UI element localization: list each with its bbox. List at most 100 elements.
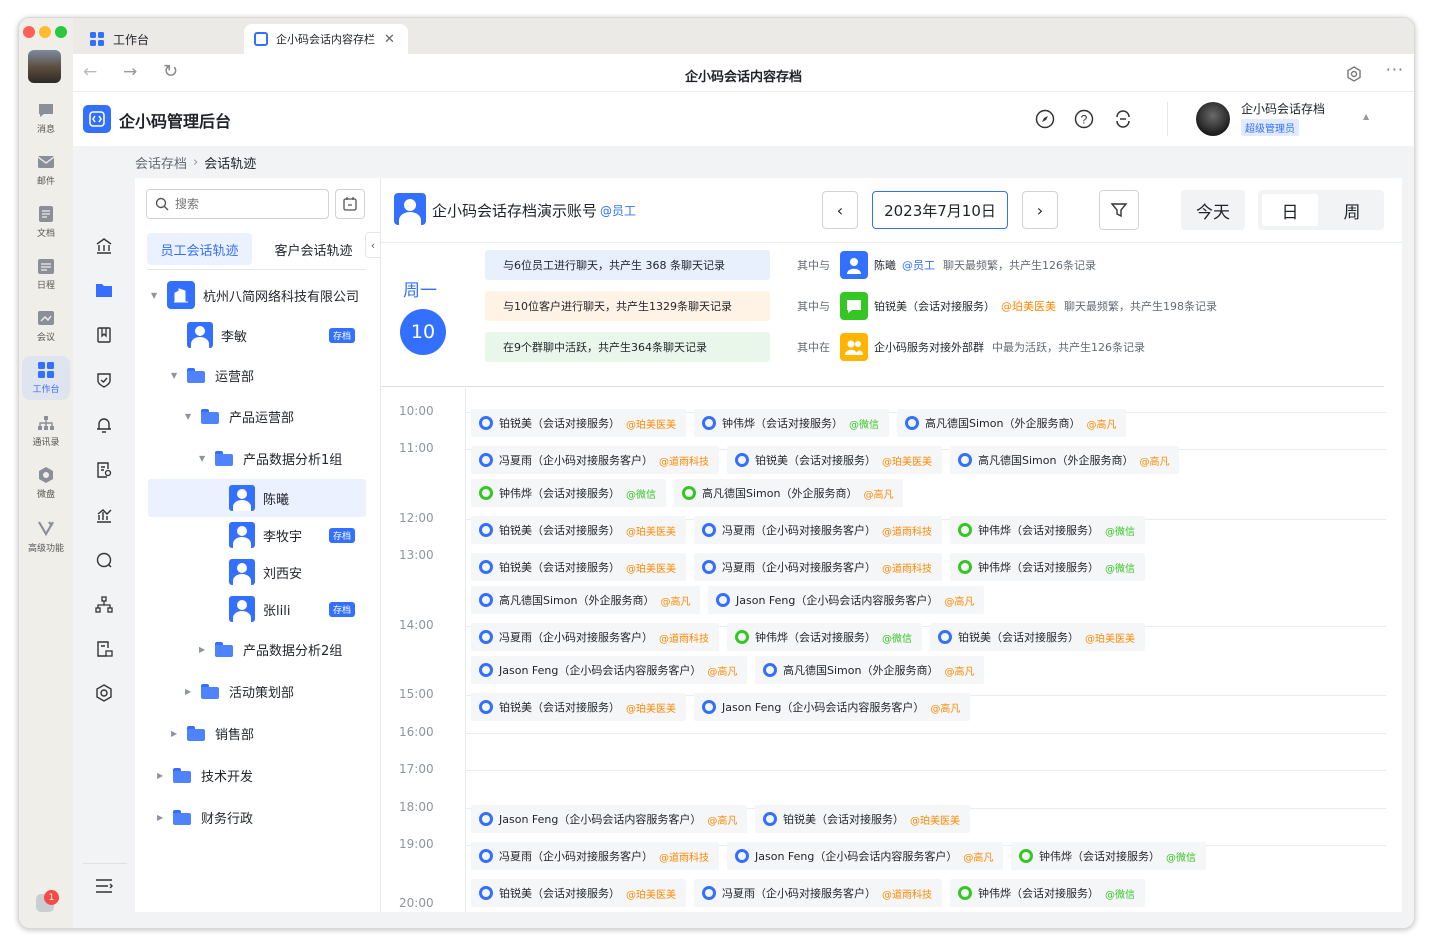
highlight-name[interactable]: 陈曦: [874, 257, 896, 273]
tree-node-person[interactable]: 张lili: [213, 592, 290, 626]
tree-node-folder[interactable]: ▶ 产品数据分析2组: [199, 632, 342, 666]
rail-item-chat-bubble[interactable]: 消息: [22, 96, 70, 140]
tab-employee-trace[interactable]: 员工会话轨迹: [147, 233, 252, 265]
tree-node-folder[interactable]: ▶ 技术开发: [157, 758, 253, 792]
calendar-filter-button[interactable]: [335, 189, 365, 219]
search-input[interactable]: [175, 197, 315, 211]
contact-chip[interactable]: 钟伟烨（会话对接服务） @微信: [471, 479, 666, 507]
rail-item-meeting[interactable]: 会议: [22, 304, 70, 348]
contact-chip[interactable]: 冯夏雨（企小码对接服务客户） @道雨科技: [471, 446, 719, 474]
menu-collapse-icon[interactable]: [94, 876, 114, 896]
compass-icon[interactable]: [1035, 109, 1055, 129]
tab-workbench[interactable]: 工作台: [79, 24, 239, 54]
close-icon[interactable]: ✕: [384, 32, 395, 47]
contact-chip[interactable]: 铂锐美（会话对接服务） @珀美医美: [471, 879, 686, 907]
tree-node-person[interactable]: 陈曦: [213, 481, 289, 515]
today-button[interactable]: 今天: [1181, 190, 1245, 230]
contact-chip[interactable]: 冯夏雨（企小码对接服务客户） @道雨科技: [694, 516, 942, 544]
caret-right-icon[interactable]: ▶: [171, 729, 181, 738]
contact-chip[interactable]: 钟伟烨（会话对接服务） @微信: [950, 553, 1145, 581]
contact-chip[interactable]: 高凡德国Simon（外企服务商） @高凡: [897, 409, 1127, 437]
settings-hex-icon[interactable]: [1346, 66, 1362, 82]
search-chat-icon[interactable]: [94, 550, 114, 570]
rail-item-calendar[interactable]: 日程: [22, 252, 70, 296]
caret-right-icon[interactable]: ▶: [185, 687, 195, 696]
tree-node-folder[interactable]: ▶ 销售部: [171, 716, 254, 750]
contact-chip[interactable]: 冯夏雨（企小码对接服务客户） @道雨科技: [694, 879, 942, 907]
org-icon[interactable]: [94, 595, 114, 615]
tree-node-person[interactable]: 李牧宇: [213, 518, 302, 552]
rail-item-advanced[interactable]: 高级功能: [22, 515, 70, 559]
more-icon[interactable]: ···: [1386, 60, 1404, 79]
doc-lock-icon[interactable]: [94, 639, 114, 659]
caret-down-icon[interactable]: ▼: [199, 454, 209, 463]
tab-customer-trace[interactable]: 客户会话轨迹: [261, 233, 366, 265]
tab-archive[interactable]: 企小码会话内容存栏 ✕: [244, 24, 408, 54]
rail-item-drive[interactable]: 微盘: [22, 461, 70, 505]
rail-item-mail[interactable]: 邮件: [22, 148, 70, 192]
minimize-window-button[interactable]: [39, 26, 51, 38]
rail-item-grid[interactable]: 工作台: [22, 356, 70, 400]
breadcrumb-root[interactable]: 会话存档: [135, 153, 187, 172]
user-avatar[interactable]: [1196, 102, 1230, 136]
bell-alert-icon[interactable]: [94, 415, 114, 435]
caret-right-icon[interactable]: ▶: [199, 645, 209, 654]
tree-node-folder[interactable]: ▶ 财务行政: [157, 800, 253, 834]
contact-chip[interactable]: 铂锐美（会话对接服务） @珀美医美: [755, 805, 970, 833]
contact-chip[interactable]: Jason Feng（企小码会话内容服务客户） @高凡: [471, 805, 748, 833]
contact-chip[interactable]: 高凡德国Simon（外企服务商） @高凡: [471, 586, 701, 614]
caret-down-icon[interactable]: ▼: [171, 371, 181, 380]
view-day-button[interactable]: 日: [1262, 194, 1318, 226]
contact-chip[interactable]: 钟伟烨（会话对接服务） @微信: [950, 516, 1145, 544]
tree-node-folder[interactable]: ▼ 运营部: [171, 358, 254, 392]
contact-chip[interactable]: 钟伟烨（会话对接服务） @微信: [1011, 842, 1206, 870]
search-doc-icon[interactable]: [94, 460, 114, 480]
tree-node-person[interactable]: 刘西安: [213, 555, 302, 589]
help-icon[interactable]: ?: [1074, 109, 1094, 129]
caret-right-icon[interactable]: ▶: [157, 771, 167, 780]
contact-chip[interactable]: 铂锐美（会话对接服务） @珀美医美: [471, 553, 686, 581]
shield-check-icon[interactable]: [94, 370, 114, 390]
contact-chip[interactable]: 铂锐美（会话对接服务） @珀美医美: [930, 623, 1145, 651]
next-day-button[interactable]: ›: [1022, 191, 1058, 229]
zoom-window-button[interactable]: [55, 26, 67, 38]
caret-down-icon[interactable]: ▼: [185, 412, 195, 421]
contact-chip[interactable]: 高凡德国Simon（外企服务商） @高凡: [950, 446, 1180, 474]
contact-chip[interactable]: 高凡德国Simon（外企服务商） @高凡: [755, 656, 985, 684]
highlight-name[interactable]: 铂锐美（会话对接服务）: [874, 298, 995, 314]
folder-nav-icon[interactable]: [94, 280, 114, 300]
rail-item-doc[interactable]: 文档: [22, 200, 70, 244]
filter-button[interactable]: [1099, 190, 1139, 230]
chevron-up-icon[interactable]: ▲: [1363, 112, 1369, 121]
contact-chip[interactable]: Jason Feng（企小码会话内容服务客户） @高凡: [727, 842, 1004, 870]
tree-node-folder[interactable]: ▼ 产品运营部: [185, 399, 294, 433]
book-icon[interactable]: [94, 325, 114, 345]
settings-icon[interactable]: [94, 683, 114, 703]
highlight-name[interactable]: 企小码服务对接外部群: [874, 339, 984, 355]
contact-chip[interactable]: 钟伟烨（会话对接服务） @微信: [950, 879, 1145, 907]
caret-right-icon[interactable]: ▶: [157, 813, 167, 822]
contact-chip[interactable]: 冯夏雨（企小码对接服务客户） @道雨科技: [694, 553, 942, 581]
self-avatar[interactable]: [28, 50, 61, 83]
date-picker[interactable]: 2023年7月10日: [872, 191, 1008, 229]
contact-chip[interactable]: 铂锐美（会话对接服务） @珀美医美: [471, 409, 686, 437]
tree-node-folder[interactable]: ▼ 产品数据分析1组: [199, 441, 342, 475]
search-box[interactable]: [146, 189, 329, 219]
contact-chip[interactable]: Jason Feng（企小码会话内容服务客户） @高凡: [694, 693, 971, 721]
contact-chip[interactable]: 高凡德国Simon（外企服务商） @高凡: [674, 479, 904, 507]
contact-chip[interactable]: 铂锐美（会话对接服务） @珀美医美: [471, 516, 686, 544]
contact-chip[interactable]: 钟伟烨（会话对接服务） @微信: [694, 409, 889, 437]
contact-chip[interactable]: 钟伟烨（会话对接服务） @微信: [727, 623, 922, 651]
tree-node-person[interactable]: 李敏: [171, 318, 247, 352]
collapse-panel-button[interactable]: ‹: [365, 232, 381, 258]
close-window-button[interactable]: [23, 26, 35, 38]
tree-node-company[interactable]: ▼ 杭州八简网络科技有限公司: [151, 278, 359, 312]
tree-node-folder[interactable]: ▶ 活动策划部: [185, 674, 294, 708]
view-week-button[interactable]: 周: [1324, 194, 1380, 226]
contact-chip[interactable]: Jason Feng（企小码会话内容服务客户） @高凡: [471, 656, 748, 684]
prev-day-button[interactable]: ‹: [822, 191, 858, 229]
contact-chip[interactable]: 冯夏雨（企小码对接服务客户） @道雨科技: [471, 842, 719, 870]
switch-icon[interactable]: [1113, 109, 1133, 129]
contact-chip[interactable]: 铂锐美（会话对接服务） @珀美医美: [471, 693, 686, 721]
contact-chip[interactable]: Jason Feng（企小码会话内容服务客户） @高凡: [708, 586, 985, 614]
